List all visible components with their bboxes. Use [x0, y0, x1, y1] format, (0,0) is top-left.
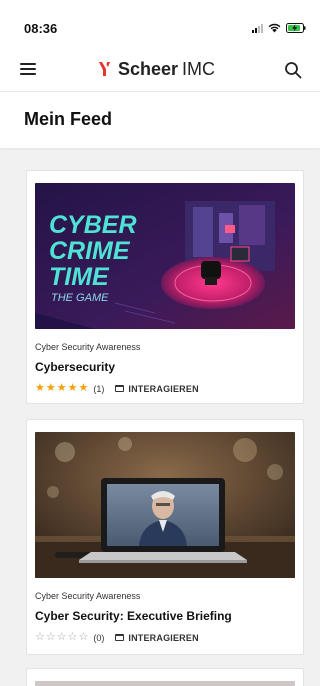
laptop-video-image	[35, 432, 295, 578]
game-title-line-1: CYBER	[49, 211, 137, 239]
feed-card[interactable]	[26, 668, 304, 686]
interact-button[interactable]: INTERAGIEREN	[115, 383, 199, 394]
logo-brand-text: Scheer	[118, 58, 179, 79]
scheer-logo-mark-icon	[99, 62, 110, 76]
game-title-line-2: CRIME	[49, 237, 131, 265]
status-bar: 08:36	[0, 0, 320, 48]
course-meta: ★ ★ ★ ★ ★ (1) INTERAGIEREN	[35, 383, 199, 394]
star-filled-icon: ★	[45, 382, 56, 394]
window-icon	[115, 385, 125, 392]
scheer-imc-logo[interactable]: Scheer IMC	[98, 58, 215, 80]
star-empty-icon: ☆	[35, 631, 45, 643]
star-empty-icon: ☆	[45, 631, 56, 643]
course-meta: ☆ ☆ ☆ ☆ ☆ (0) INTERAGIEREN	[35, 632, 199, 643]
wifi-icon	[268, 23, 281, 33]
star-rating: ☆ ☆ ☆ ☆ ☆	[35, 632, 88, 643]
window-icon	[115, 634, 125, 641]
rating-count: (1)	[93, 383, 105, 394]
game-subtitle: THE GAME	[51, 292, 109, 304]
course-title[interactable]: Cyber Security: Executive Briefing	[35, 609, 232, 623]
interact-label: INTERAGIEREN	[128, 383, 199, 394]
course-title[interactable]: Cybersecurity	[35, 360, 115, 374]
course-category: Cyber Security Awareness	[35, 591, 141, 601]
star-empty-icon: ☆	[78, 631, 89, 643]
app-header: Scheer IMC	[0, 48, 320, 92]
course-thumbnail[interactable]	[35, 432, 295, 578]
star-empty-icon: ☆	[56, 631, 67, 643]
signal-icon	[252, 23, 263, 33]
star-rating: ★ ★ ★ ★ ★	[35, 383, 88, 394]
rating-count: (0)	[93, 632, 105, 643]
hamburger-menu-icon[interactable]	[20, 63, 36, 75]
status-time: 08:36	[24, 21, 58, 36]
interact-label: INTERAGIEREN	[128, 632, 199, 643]
star-filled-icon: ★	[35, 382, 45, 394]
battery-charging-icon	[286, 23, 306, 33]
page-title: Mein Feed	[24, 109, 113, 129]
star-empty-icon: ☆	[67, 631, 78, 643]
cyber-crime-time-image: CYBER CRIME TIME THE GAME	[35, 183, 295, 329]
course-thumbnail[interactable]	[35, 681, 295, 686]
course-category: Cyber Security Awareness	[35, 342, 141, 352]
logo-suffix-text: IMC	[182, 58, 216, 79]
star-filled-icon: ★	[78, 382, 89, 394]
star-filled-icon: ★	[67, 382, 78, 394]
interact-button[interactable]: INTERAGIEREN	[115, 632, 199, 643]
status-icons	[252, 23, 306, 33]
search-icon[interactable]	[284, 61, 302, 79]
game-title-line-3: TIME	[49, 263, 110, 291]
course-thumbnail[interactable]: CYBER CRIME TIME THE GAME	[35, 183, 295, 329]
star-filled-icon: ★	[56, 382, 67, 394]
feed-card[interactable]: CYBER CRIME TIME THE GAME Cyber Security…	[26, 170, 304, 404]
page-title-bar: Mein Feed	[0, 92, 320, 148]
feed-card[interactable]: Cyber Security Awareness Cyber Security:…	[26, 419, 304, 655]
